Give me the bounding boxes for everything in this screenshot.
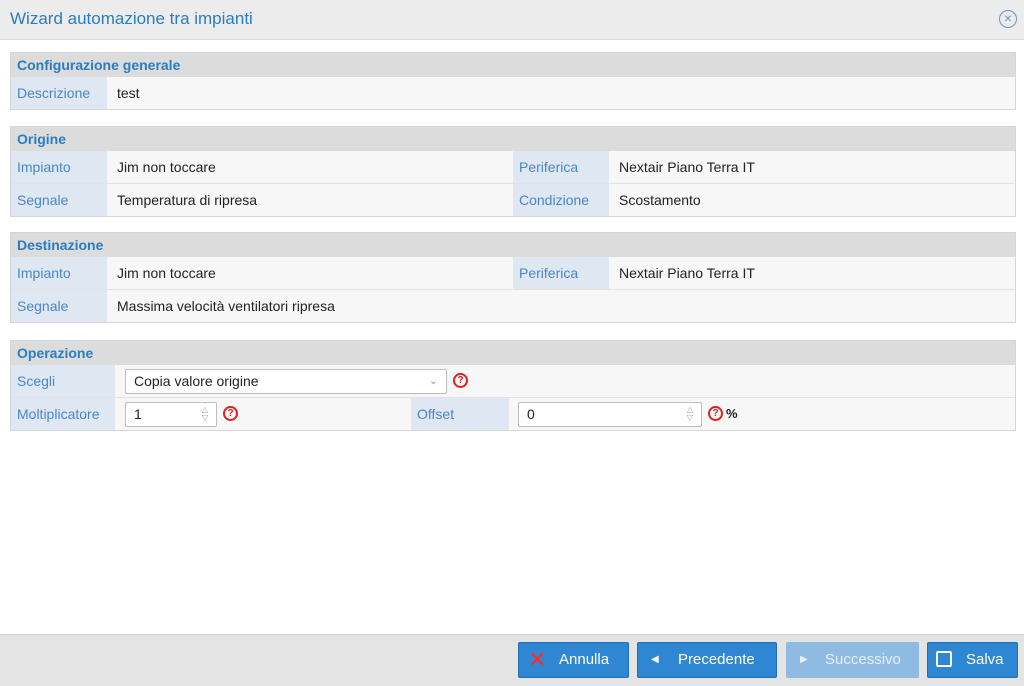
row-destinazione-impianto: Impianto Jim non toccare Periferica Next… xyxy=(11,257,1015,289)
row-origine-segnale: Segnale Temperatura di ripresa Condizion… xyxy=(11,183,1015,216)
row-moltiplicatore: Moltiplicatore 1 △ ▽ ? Offset 0 △ ▽ ? % xyxy=(11,397,1015,430)
origine-impianto-label: Impianto xyxy=(11,151,107,183)
section-destinazione-title: Destinazione xyxy=(11,233,1015,257)
destinazione-impianto-value: Jim non toccare xyxy=(117,265,216,281)
row-origine-impianto: Impianto Jim non toccare Periferica Next… xyxy=(11,151,1015,183)
close-icon[interactable]: × xyxy=(999,10,1017,28)
section-origine: Origine Impianto Jim non toccare Perifer… xyxy=(10,126,1016,217)
origine-condizione-value: Scostamento xyxy=(619,192,701,208)
section-operazione-title: Operazione xyxy=(11,341,1015,365)
section-general-title: Configurazione generale xyxy=(11,53,1015,77)
origine-periferica-label: Periferica xyxy=(513,151,609,183)
scegli-help-icon[interactable]: ? xyxy=(453,373,468,388)
origine-condizione-label: Condizione xyxy=(513,184,609,216)
offset-label: Offset xyxy=(411,398,509,430)
row-scegli: Scegli Copia valore origine ⌄ ? xyxy=(11,365,1015,397)
origine-periferica-value: Nextair Piano Terra IT xyxy=(619,159,755,175)
section-destinazione: Destinazione Impianto Jim non toccare Pe… xyxy=(10,232,1016,323)
section-operazione: Operazione Scegli Copia valore origine ⌄… xyxy=(10,340,1016,431)
chevron-down-icon: ⌄ xyxy=(428,375,438,387)
successivo-label: Successivo xyxy=(825,651,901,668)
scegli-label: Scegli xyxy=(11,365,115,397)
offset-input[interactable]: 0 △ ▽ xyxy=(518,402,702,427)
destinazione-segnale-label: Segnale xyxy=(11,290,107,322)
moltiplicatore-label: Moltiplicatore xyxy=(11,398,115,430)
scegli-select[interactable]: Copia valore origine ⌄ xyxy=(125,369,447,394)
x-icon: ✕ xyxy=(528,647,547,672)
moltiplicatore-value: 1 xyxy=(134,406,142,422)
origine-impianto-value: Jim non toccare xyxy=(117,159,216,175)
annulla-button[interactable]: ✕ Annulla xyxy=(518,642,629,678)
successivo-button[interactable]: ▶ Successivo xyxy=(786,642,919,678)
descrizione-value: test xyxy=(117,85,140,101)
offset-unit: % xyxy=(726,406,738,421)
descrizione-label: Descrizione xyxy=(11,77,107,109)
moltiplicatore-input[interactable]: 1 △ ▽ xyxy=(125,402,217,427)
spinner-icon[interactable]: △ ▽ xyxy=(685,406,695,424)
precedente-label: Precedente xyxy=(678,651,755,668)
origine-segnale-label: Segnale xyxy=(11,184,107,216)
salva-label: Salva xyxy=(966,651,1004,668)
salva-button[interactable]: Salva xyxy=(927,642,1018,678)
destinazione-periferica-value: Nextair Piano Terra IT xyxy=(619,265,755,281)
offset-value: 0 xyxy=(527,406,535,422)
destinazione-periferica-label: Periferica xyxy=(513,257,609,289)
floppy-disk-icon xyxy=(936,651,952,667)
offset-help-icon[interactable]: ? xyxy=(708,406,723,421)
caret-left-icon: ◀ xyxy=(651,654,659,665)
wizard-footer: ✕ Annulla ◀ Precedente ▶ Successivo Salv… xyxy=(0,634,1024,686)
window-title: Wizard automazione tra impianti xyxy=(10,9,253,28)
caret-right-icon: ▶ xyxy=(800,654,808,665)
section-general: Configurazione generale Descrizione test xyxy=(10,52,1016,110)
origine-segnale-value: Temperatura di ripresa xyxy=(117,192,258,208)
row-destinazione-segnale: Segnale Massima velocità ventilatori rip… xyxy=(11,289,1015,322)
section-origine-title: Origine xyxy=(11,127,1015,151)
window-titlebar: Wizard automazione tra impianti × xyxy=(0,0,1024,40)
destinazione-impianto-label: Impianto xyxy=(11,257,107,289)
destinazione-segnale-value: Massima velocità ventilatori ripresa xyxy=(117,298,335,314)
row-descrizione: Descrizione test xyxy=(11,77,1015,109)
moltiplicatore-help-icon[interactable]: ? xyxy=(223,406,238,421)
spinner-icon[interactable]: △ ▽ xyxy=(200,406,210,424)
precedente-button[interactable]: ◀ Precedente xyxy=(637,642,777,678)
scegli-select-value: Copia valore origine xyxy=(134,373,259,389)
annulla-label: Annulla xyxy=(559,651,610,668)
